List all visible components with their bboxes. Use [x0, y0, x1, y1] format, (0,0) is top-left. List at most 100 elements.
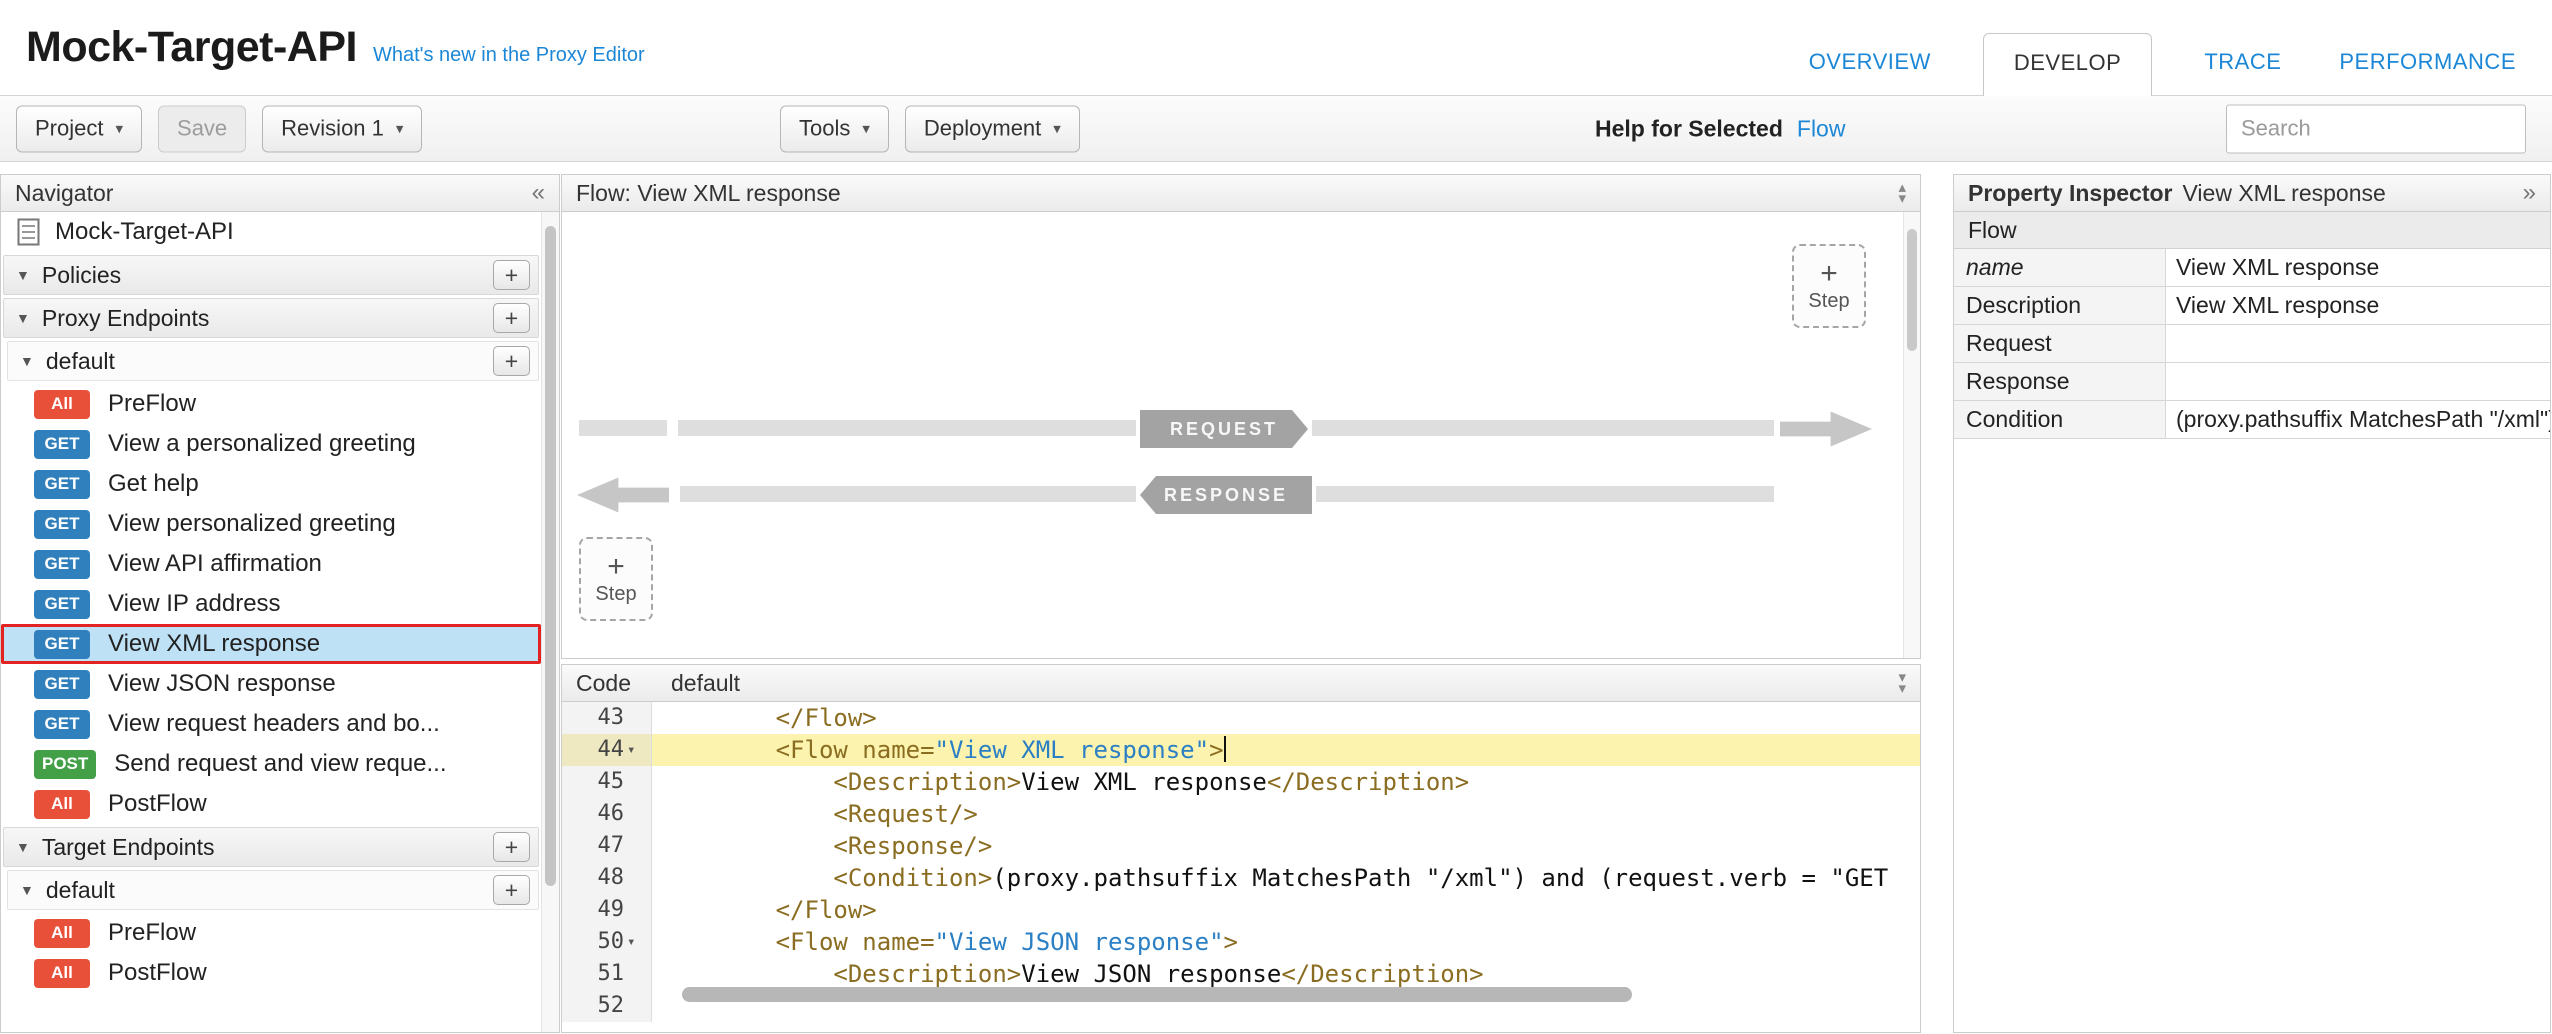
- code-text[interactable]: <Description>View JSON response</Descrip…: [652, 958, 1920, 990]
- help-group: Help for Selected Flow: [1595, 115, 1845, 142]
- add-step-button-response[interactable]: + Step: [1792, 244, 1866, 328]
- property-value[interactable]: [2166, 363, 2550, 400]
- code-lines[interactable]: 43 </Flow>44▾ <Flow name="View XML respo…: [562, 702, 1920, 1032]
- nav-flow-view-xml-response[interactable]: GETView XML response: [1, 624, 541, 664]
- code-token: View XML response: [1021, 768, 1267, 796]
- line-number: 45: [598, 766, 625, 798]
- add-button[interactable]: +: [493, 260, 530, 290]
- nav-flow-view-json-response[interactable]: GETView JSON response: [1, 664, 541, 704]
- api-root-item[interactable]: Mock-Target-API: [1, 212, 541, 252]
- tab-trace[interactable]: TRACE: [2198, 35, 2287, 95]
- code-token: </Flow>: [776, 704, 877, 732]
- code-doc-label[interactable]: default: [671, 670, 740, 697]
- nav-flow-view-a-personalized-greeting[interactable]: GETView a personalized greeting: [1, 424, 541, 464]
- nav-flow-postflow[interactable]: AllPostFlow: [1, 784, 541, 824]
- add-step-button-request[interactable]: + Step: [579, 537, 653, 621]
- add-button[interactable]: +: [493, 875, 530, 905]
- nav-flow-preflow[interactable]: AllPreFlow: [1, 384, 541, 424]
- nav-flow-view-api-affirmation[interactable]: GETView API affirmation: [1, 544, 541, 584]
- code-horizontal-scrollbar[interactable]: [682, 987, 1632, 1002]
- add-button[interactable]: +: [493, 303, 530, 333]
- code-token: <Condition>: [833, 864, 992, 892]
- code-text[interactable]: </Flow>: [652, 894, 1920, 926]
- button-label: Revision 1: [281, 116, 384, 142]
- line-number: 52: [598, 990, 625, 1022]
- code-line-47: 47 <Response/>: [562, 830, 1920, 862]
- code-text[interactable]: <Request/>: [652, 798, 1920, 830]
- expand-collapse-icon[interactable]: ▴ ▾: [1898, 182, 1906, 204]
- nav-flow-view-ip-address[interactable]: GETView IP address: [1, 584, 541, 624]
- request-arrow-icon: [1780, 406, 1872, 452]
- property-value[interactable]: View XML response: [2166, 287, 2550, 324]
- add-button[interactable]: +: [493, 832, 530, 862]
- nav-section-default[interactable]: ▼ default +: [7, 870, 539, 910]
- nav-flow-preflow[interactable]: AllPreFlow: [1, 913, 541, 953]
- method-badge: GET: [34, 510, 90, 539]
- method-badge: GET: [34, 550, 90, 579]
- nav-flow-postflow[interactable]: AllPostFlow: [1, 953, 541, 993]
- line-gutter: 44▾: [562, 734, 652, 766]
- disclosure-icon[interactable]: ▼: [16, 839, 30, 855]
- scrollbar-thumb[interactable]: [1907, 229, 1917, 351]
- code-text[interactable]: <Flow name="View JSON response">: [652, 926, 1920, 958]
- tab-overview[interactable]: OVERVIEW: [1803, 35, 1937, 95]
- tab-performance[interactable]: PERFORMANCE: [2333, 35, 2522, 95]
- line-gutter: 48: [562, 862, 652, 894]
- nav-section-target-endpoints[interactable]: ▼Target Endpoints+: [3, 827, 539, 867]
- flow-canvas: + Step + Step REQUEST RESPONSE: [562, 212, 1920, 658]
- navigator-scrollbar[interactable]: [541, 212, 559, 1032]
- scrollbar-thumb[interactable]: [545, 226, 556, 886]
- code-text[interactable]: </Flow>: [652, 702, 1920, 734]
- property-label: Condition: [1954, 401, 2166, 438]
- project-dropdown[interactable]: Project ▾: [16, 105, 142, 152]
- property-value[interactable]: (proxy.pathsuffix MatchesPath "/xml") an…: [2166, 401, 2550, 438]
- code-line-46: 46 <Request/>: [562, 798, 1920, 830]
- flow-scrollbar[interactable]: [1903, 212, 1920, 658]
- nav-flow-get-help[interactable]: GETGet help: [1, 464, 541, 504]
- code-text[interactable]: <Description>View XML response</Descript…: [652, 766, 1920, 798]
- flow-label: View IP address: [108, 590, 281, 618]
- section-label: default: [46, 877, 115, 904]
- nav-flow-view-personalized-greeting[interactable]: GET View personalized greeting: [1, 504, 541, 544]
- add-button[interactable]: +: [493, 346, 530, 376]
- whats-new-link[interactable]: What's new in the Proxy Editor: [373, 44, 645, 67]
- disclosure-icon[interactable]: ▼: [16, 310, 30, 326]
- expand-collapse-icon[interactable]: ▾ ▾: [1898, 672, 1906, 694]
- search-input[interactable]: [2226, 104, 2526, 153]
- code-text[interactable]: <Flow name="View XML response">: [652, 734, 1920, 766]
- code-line-51: 51 <Description>View JSON response</Desc…: [562, 958, 1920, 990]
- code-line-44: 44▾ <Flow name="View XML response">: [562, 734, 1920, 766]
- nav-flow-view-request-headers-and-bo[interactable]: GETView request headers and bo...: [1, 704, 541, 744]
- nav-section-policies[interactable]: ▼Policies+: [3, 255, 539, 295]
- disclosure-icon[interactable]: ▼: [16, 267, 30, 283]
- inspector-section-flow: Flow: [1954, 212, 2550, 249]
- property-value[interactable]: View XML response: [2166, 249, 2550, 286]
- expand-panel-icon[interactable]: »: [2523, 179, 2536, 207]
- code-token: <Request/>: [833, 800, 978, 828]
- code-tab[interactable]: Code: [576, 670, 631, 697]
- disclosure-icon[interactable]: ▼: [20, 882, 34, 898]
- deployment-dropdown[interactable]: Deployment ▾: [905, 105, 1080, 152]
- code-line-45: 45 <Description>View XML response</Descr…: [562, 766, 1920, 798]
- save-button[interactable]: Save: [158, 105, 246, 152]
- revision-dropdown[interactable]: Revision 1 ▾: [262, 105, 422, 152]
- fold-icon[interactable]: ▾: [627, 734, 647, 766]
- nav-section-default[interactable]: ▼default+: [7, 341, 539, 381]
- inspector-header: Property Inspector View XML response »: [1954, 175, 2550, 212]
- tools-dropdown[interactable]: Tools ▾: [780, 105, 889, 152]
- code-text[interactable]: <Condition>(proxy.pathsuffix MatchesPath…: [652, 862, 1920, 894]
- flow-label: View personalized greeting: [108, 510, 396, 538]
- property-label: Request: [1954, 325, 2166, 362]
- chevron-down-icon: ▾: [1898, 193, 1906, 204]
- tab-develop[interactable]: DEVELOP: [1983, 33, 2152, 96]
- code-text[interactable]: <Response/>: [652, 830, 1920, 862]
- method-badge: POST: [34, 750, 96, 779]
- help-flow-link[interactable]: Flow: [1797, 115, 1846, 142]
- help-for-selected-label: Help for Selected: [1595, 115, 1783, 142]
- disclosure-icon[interactable]: ▼: [20, 353, 34, 369]
- nav-section-proxy-endpoints[interactable]: ▼Proxy Endpoints+: [3, 298, 539, 338]
- collapse-panel-icon[interactable]: «: [532, 179, 545, 207]
- property-value[interactable]: [2166, 325, 2550, 362]
- fold-icon[interactable]: ▾: [627, 926, 647, 958]
- nav-flow-send-request-and-view-reque[interactable]: POSTSend request and view reque...: [1, 744, 541, 784]
